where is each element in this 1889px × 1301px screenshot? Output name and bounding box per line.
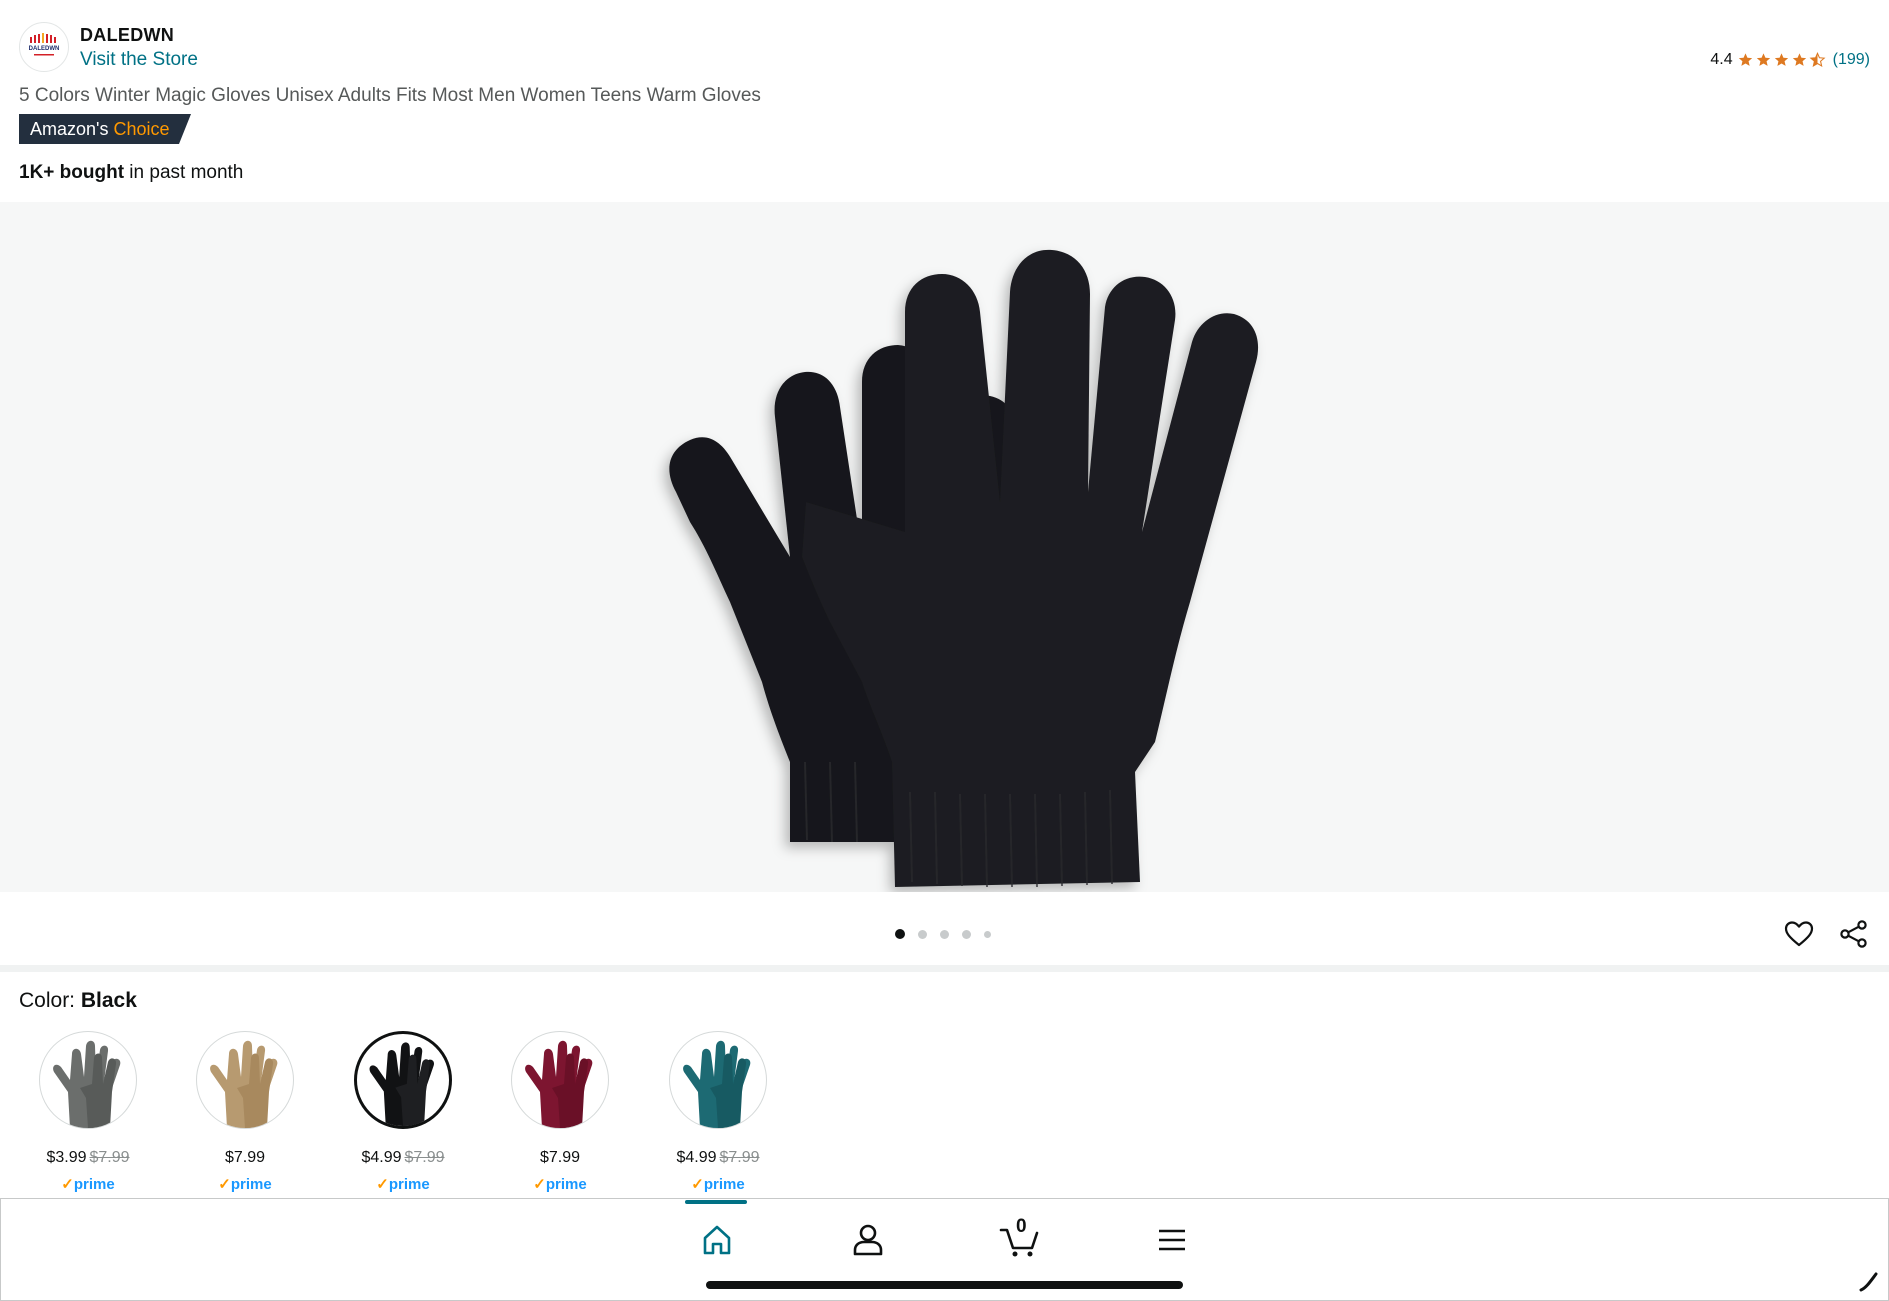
product-title: 5 Colors Winter Magic Gloves Unisex Adul… (19, 85, 761, 106)
swatch-price-row: $7.99 (510, 1149, 610, 1167)
prime-label: prime (388, 1176, 430, 1193)
black-knit-gloves-image (669, 249, 1259, 888)
swatch-price: $4.99 (676, 1149, 717, 1166)
home-icon[interactable] (697, 1220, 737, 1260)
star-full-icon (1738, 53, 1752, 66)
rating-stars (1737, 52, 1826, 68)
brand-logo[interactable]: DALEDWN (19, 22, 69, 72)
bought-in-past-month: 1K+ bought in past month (19, 162, 243, 184)
swatch-list-price: $7.99 (89, 1149, 130, 1166)
swatch-thumbnail[interactable] (669, 1031, 767, 1129)
prime-check-icon: ✓ (61, 1176, 74, 1193)
khaki-gloves-thumbnail (210, 1040, 278, 1128)
prime-label: prime (230, 1176, 272, 1193)
carousel-dot[interactable] (984, 930, 991, 938)
swatch-black[interactable]: $4.99 $7.99 ✓prime (353, 1031, 453, 1193)
selected-color: Black (80, 989, 137, 1012)
swatch-thumbnail[interactable] (39, 1031, 137, 1129)
star-full-icon (1792, 53, 1806, 66)
burgundy-gloves-thumbnail (525, 1040, 593, 1128)
carousel-dot[interactable] (918, 929, 927, 939)
active-tab-indicator (685, 1200, 747, 1204)
prime-check-icon: ✓ (376, 1176, 389, 1193)
color-label: Color: Black (19, 989, 137, 1013)
star-full-icon (1774, 53, 1788, 66)
swatch-list-price: $7.99 (404, 1149, 445, 1166)
prime-badge: ✓prime (353, 1175, 453, 1193)
swatch-price-row: $4.99 $7.99 (668, 1149, 768, 1167)
bought-period: in past month (124, 162, 244, 183)
carousel-dot[interactable] (895, 929, 905, 939)
swatch-list-price: $7.99 (719, 1149, 760, 1166)
account-icon[interactable] (848, 1220, 888, 1260)
teal-gloves-thumbnail (683, 1040, 751, 1128)
prime-check-icon: ✓ (218, 1176, 231, 1193)
prime-badge: ✓prime (668, 1175, 768, 1193)
visit-store-link[interactable]: Visit the Store (80, 49, 198, 71)
gray-gloves-thumbnail (53, 1040, 121, 1128)
prime-badge: ✓prime (510, 1175, 610, 1193)
section-divider (0, 965, 1889, 972)
heart-icon[interactable] (1783, 918, 1815, 950)
swatch-price-row: $7.99 (195, 1149, 295, 1167)
swatch-price: $3.99 (46, 1149, 87, 1166)
pencil-handle-icon (1859, 1272, 1878, 1292)
swatch-thumbnail[interactable] (196, 1031, 294, 1129)
swatch-price: $7.99 (539, 1149, 581, 1166)
bought-count: 1K+ bought (19, 162, 125, 183)
rating-value: 4.4 (1710, 51, 1733, 68)
prime-check-icon: ✓ (533, 1176, 546, 1193)
prime-label: prime (703, 1176, 745, 1193)
svg-text:DALEDWN: DALEDWN (29, 46, 60, 52)
swatch-teal[interactable]: $4.99 $7.99 ✓prime (668, 1031, 768, 1193)
prime-check-icon: ✓ (691, 1176, 704, 1193)
home-indicator[interactable] (706, 1281, 1183, 1289)
color-swatches: $3.99 $7.99 ✓prime $7.99 ✓prime $4.99 $7.9… (38, 1031, 798, 1193)
prime-label: prime (73, 1176, 115, 1193)
star-full-icon (1756, 53, 1770, 66)
swatch-thumbnail[interactable] (354, 1031, 452, 1129)
badge-highlight: Choice (113, 119, 170, 139)
menu-icon[interactable] (1152, 1220, 1192, 1260)
swatch-price-row: $3.99 $7.99 (38, 1149, 138, 1167)
rating-count[interactable]: (199) (1833, 51, 1870, 69)
product-image-gallery[interactable] (0, 202, 1889, 892)
swatch-khaki[interactable]: $7.99 ✓prime (195, 1031, 295, 1193)
swatch-price-row: $4.99 $7.99 (353, 1149, 453, 1167)
product-header: DALEDWN DALEDWN Visit the Store 4.4 (199… (0, 0, 1889, 200)
carousel-dot[interactable] (962, 929, 971, 939)
share-icon[interactable] (1838, 918, 1870, 950)
carousel-dot[interactable] (940, 929, 949, 939)
swatch-thumbnail[interactable] (511, 1031, 609, 1129)
prime-badge: ✓prime (38, 1175, 138, 1193)
rating-summary[interactable]: 4.4 (199) (1710, 51, 1870, 69)
swatch-price: $4.99 (361, 1149, 402, 1166)
brand-name[interactable]: DALEDWN (80, 25, 174, 46)
swatch-gray[interactable]: $3.99 $7.99 ✓prime (38, 1031, 138, 1193)
badge-prefix: Amazon's (30, 119, 109, 139)
black-gloves-thumbnail (369, 1042, 435, 1126)
color-label-prefix: Color: (19, 989, 81, 1012)
brand-logo-icon: DALEDWN (29, 33, 60, 56)
image-carousel-dots[interactable] (895, 929, 991, 939)
swatch-price: $7.99 (224, 1149, 266, 1166)
prime-badge: ✓prime (195, 1175, 295, 1193)
swatch-burgundy[interactable]: $7.99 ✓prime (510, 1031, 610, 1193)
prime-label: prime (545, 1176, 587, 1193)
star-half-icon (1809, 52, 1826, 68)
cart-count: 0 (1016, 1216, 1027, 1237)
